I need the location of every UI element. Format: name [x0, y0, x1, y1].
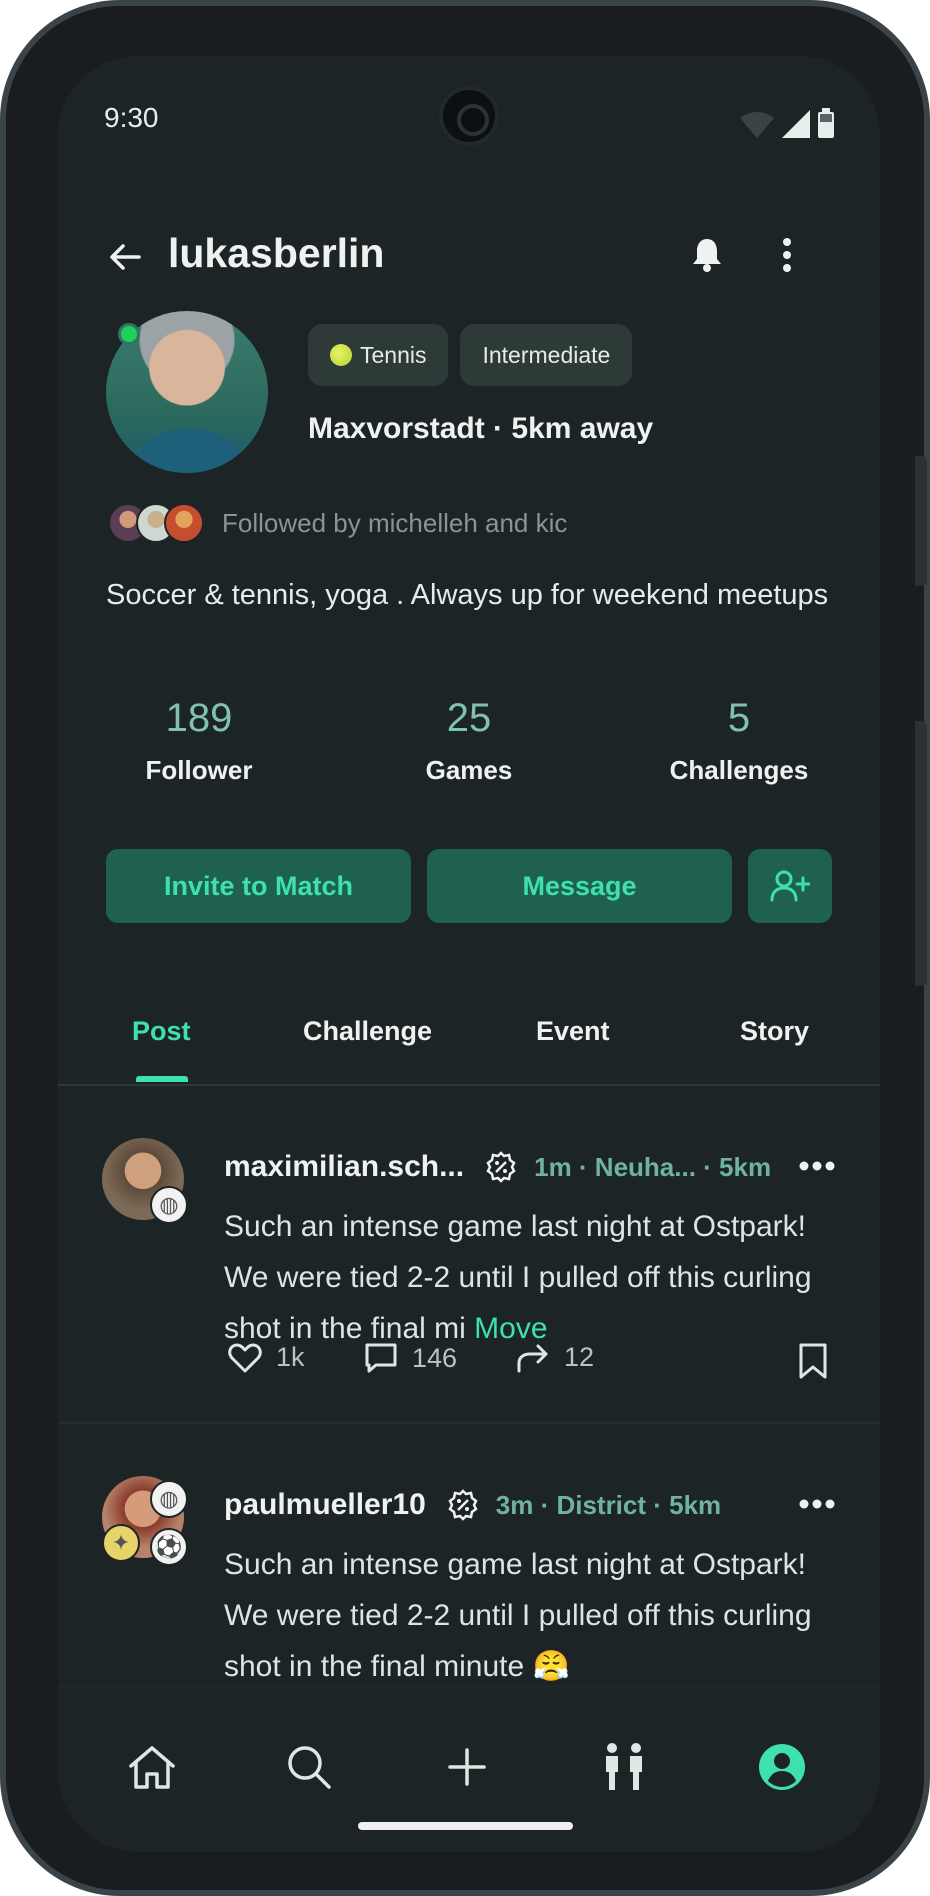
verified-badge-icon	[446, 1488, 480, 1522]
stat-label: Follower	[145, 755, 253, 785]
add-friend-button[interactable]	[748, 849, 832, 923]
more-horizontal-icon	[799, 1499, 835, 1509]
volume-button	[915, 456, 927, 586]
screen: 9:30 lukasberlin Tennis Intermediate Max…	[58, 56, 880, 1852]
nav-create[interactable]	[437, 1737, 497, 1797]
status-bar: 9:30	[58, 56, 880, 176]
followed-by[interactable]: Followed by michelleh and kic	[108, 503, 567, 543]
share-count: 12	[564, 1342, 595, 1372]
share-arrow-icon	[517, 1344, 548, 1372]
nav-community[interactable]	[594, 1737, 654, 1797]
stat-value: 25	[446, 696, 492, 740]
online-status-dot	[118, 323, 140, 345]
home-indicator[interactable]	[358, 1822, 573, 1830]
followed-by-text: Followed by michelleh and kic	[222, 507, 568, 538]
home-icon	[129, 1746, 175, 1789]
more-vertical-icon	[783, 238, 791, 272]
share-button[interactable]: 12	[516, 1342, 594, 1373]
profile-icon	[759, 1744, 805, 1790]
post-body: Such an intense game last night at Ostpa…	[224, 1201, 844, 1354]
soccer-ball-icon: ⚽	[150, 1528, 188, 1566]
post-actions: 1k 146 12	[228, 1342, 838, 1392]
bookmark-icon	[799, 1343, 827, 1379]
search-icon	[288, 1746, 331, 1789]
plus-icon	[448, 1748, 486, 1786]
phone-frame: 9:30 lukasberlin Tennis Intermediate Max…	[0, 0, 930, 1896]
post-author[interactable]: maximilian.sch...	[224, 1150, 464, 1184]
level-chip[interactable]: Intermediate	[460, 324, 633, 386]
profile-chips: Tennis Intermediate	[308, 324, 633, 386]
post-meta: 3m · District · 5km	[495, 1489, 722, 1520]
message-button[interactable]: Message	[427, 849, 732, 923]
stat-challenges[interactable]: 5 Challenges	[639, 696, 839, 786]
nav-home[interactable]	[122, 1737, 182, 1797]
profile-location: Maxvorstadt · 5km away	[308, 412, 654, 445]
profile-avatar-container	[106, 311, 268, 473]
heart-icon	[228, 1343, 262, 1372]
add-user-icon	[770, 870, 810, 902]
tab-post[interactable]: Post	[132, 1016, 191, 1047]
post-more-button[interactable]	[794, 1486, 840, 1522]
follower-avatar	[164, 503, 204, 543]
profile-bio: Soccer & tennis, yoga . Always up for we…	[106, 579, 829, 611]
verified-badge-icon	[484, 1150, 518, 1184]
tab-challenge[interactable]: Challenge	[303, 1016, 432, 1047]
post-header: paulmueller10 3m · District · 5km	[224, 1488, 721, 1522]
profile-stats: 189 Follower 25 Games 5 Challenges	[106, 696, 832, 806]
bookmark-button[interactable]	[798, 1342, 828, 1380]
stat-label: Challenges	[669, 755, 809, 785]
sport-chip[interactable]: Tennis	[308, 324, 449, 386]
stat-followers[interactable]: 189 Follower	[99, 696, 299, 786]
people-icon	[606, 1743, 642, 1790]
tab-event[interactable]: Event	[536, 1016, 610, 1047]
wifi-icon	[740, 112, 774, 143]
nav-profile[interactable]	[752, 1737, 812, 1797]
active-tab-indicator	[136, 1076, 188, 1082]
read-more-link[interactable]: Move	[474, 1312, 547, 1345]
tab-story[interactable]: Story	[740, 1016, 809, 1047]
stat-label: Games	[425, 755, 513, 785]
like-count: 1k	[276, 1342, 305, 1372]
power-button	[915, 721, 927, 986]
status-icons	[740, 108, 834, 143]
post-author[interactable]: paulmueller10	[224, 1488, 426, 1522]
badminton-icon: ✦	[102, 1524, 140, 1562]
post-more-button[interactable]	[794, 1148, 840, 1184]
battery-icon	[818, 108, 834, 143]
page-title: lukasberlin	[168, 230, 385, 276]
invite-to-match-button[interactable]: Invite to Match	[106, 849, 411, 923]
stat-games[interactable]: 25 Games	[369, 696, 569, 786]
sport-chip-label: Tennis	[360, 341, 427, 368]
post-meta: 1m · Neuha... · 5km	[534, 1151, 772, 1182]
signal-icon	[782, 110, 810, 143]
volleyball-icon: ◍	[150, 1186, 188, 1224]
post-card: ◍ maximilian.sch... 1m · Neuha... · 5km …	[58, 1138, 880, 1424]
bell-icon	[693, 239, 721, 272]
more-options-button[interactable]	[764, 232, 810, 278]
camera-cutout	[439, 86, 499, 146]
post-text: Such an intense game last night at Ostpa…	[224, 1548, 812, 1683]
more-horizontal-icon	[799, 1161, 835, 1171]
like-button[interactable]: 1k	[228, 1342, 305, 1373]
arrow-left-icon	[110, 244, 141, 270]
level-chip-label: Intermediate	[482, 341, 611, 368]
comment-button[interactable]: 146	[364, 1342, 457, 1374]
profile-header: lukasberlin	[58, 216, 880, 296]
stat-value: 5	[727, 696, 751, 740]
back-button[interactable]	[102, 234, 148, 280]
comment-count: 146	[412, 1342, 458, 1373]
comment-icon	[365, 1343, 397, 1373]
notifications-button[interactable]	[684, 232, 730, 278]
tennis-ball-icon	[330, 344, 352, 366]
profile-actions: Invite to Match Message	[106, 849, 832, 923]
post-header: maximilian.sch... 1m · Neuha... · 5km	[224, 1150, 771, 1184]
nav-search[interactable]	[279, 1737, 339, 1797]
status-time: 9:30	[104, 102, 159, 133]
volleyball-icon: ◍	[150, 1480, 188, 1518]
stat-value: 189	[165, 696, 233, 740]
